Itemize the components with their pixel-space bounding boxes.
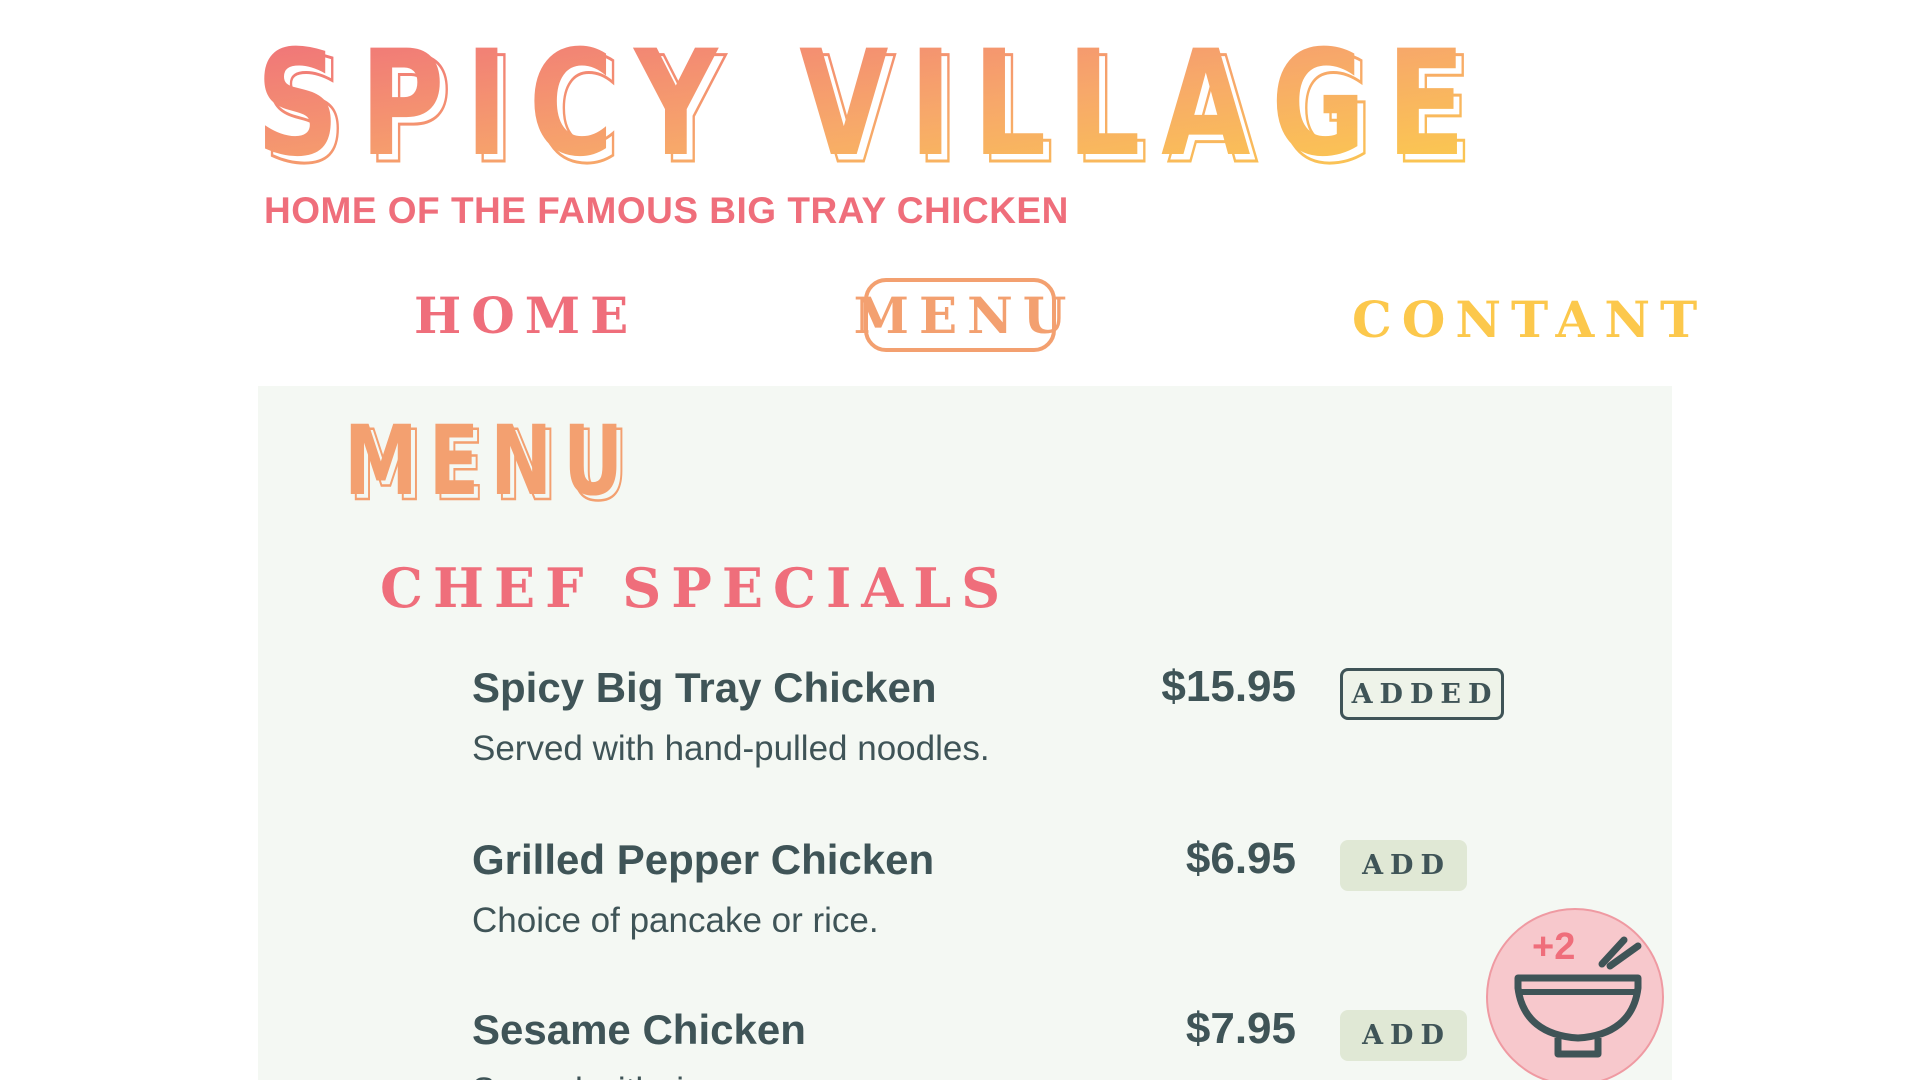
- menu-item-description: Served with hand-pulled noodles.: [472, 729, 990, 768]
- menu-item-price: $15.95: [1161, 662, 1296, 711]
- menu-item-price: $7.95: [1185, 1004, 1296, 1053]
- tagline: HOME OF THE FAMOUS BIG TRAY CHICKEN: [264, 190, 1069, 231]
- menu-heading: MENU MENU: [344, 404, 664, 523]
- nav-contact-link[interactable]: CONTANT: [1352, 290, 1707, 349]
- site-title: SPICY VILLAGE SPICY VILLAGE: [256, 34, 1516, 176]
- section-heading-chef-specials: CHEF SPECIALS: [380, 556, 1011, 620]
- menu-item-description: Choice of pancake or rice.: [472, 901, 879, 940]
- bowl-with-chopsticks-icon: [1514, 936, 1642, 1058]
- cart-button[interactable]: +2: [1486, 908, 1664, 1080]
- add-button[interactable]: ADD: [1340, 1010, 1467, 1061]
- menu-heading-text: MENU: [344, 405, 634, 504]
- nav-menu-link[interactable]: MENU: [854, 278, 1066, 352]
- menu-item-price: $6.95: [1185, 834, 1296, 883]
- menu-item-name: Grilled Pepper Chicken: [472, 836, 935, 883]
- page: SPICY VILLAGE SPICY VILLAGE HOME OF THE …: [0, 0, 1920, 1080]
- site-title-text: SPICY VILLAGE: [256, 34, 1486, 176]
- nav-home-link[interactable]: HOME: [414, 286, 638, 345]
- menu-item-description: Served with rice.: [472, 1071, 731, 1080]
- added-button[interactable]: ADDED: [1340, 668, 1504, 720]
- menu-item-name: Sesame Chicken: [472, 1006, 806, 1053]
- menu-item-name: Spicy Big Tray Chicken: [472, 664, 937, 711]
- add-button[interactable]: ADD: [1340, 840, 1467, 891]
